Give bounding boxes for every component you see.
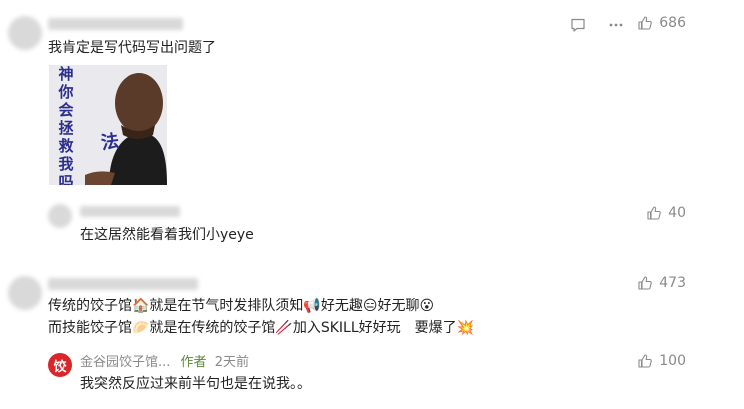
commenter-avatar[interactable] [8, 16, 42, 50]
thumbs-up-icon [647, 206, 661, 220]
commenter-name-blurred[interactable] [48, 278, 198, 290]
reply-timestamp: 2天前 [214, 355, 249, 370]
author-avatar-char: 饺 [53, 359, 67, 375]
reply-meta: 金谷园饺子馆... 作者 2天前 [80, 354, 249, 372]
reply-text: 我突然反应过来前半句也是在说我。。 [80, 376, 311, 392]
like-button[interactable]: 473 [637, 275, 686, 291]
author-avatar[interactable]: 饺 [48, 353, 72, 377]
like-count: 100 [659, 353, 686, 369]
thumbs-up-icon [638, 354, 653, 368]
reply-text: 在这居然能看着我们小yeye [80, 227, 254, 243]
thumbs-up-icon [638, 16, 653, 30]
meme-char: 吗 [58, 173, 74, 185]
thumbs-up-icon [638, 276, 653, 290]
like-button[interactable]: 100 [637, 353, 686, 369]
like-count: 686 [659, 15, 686, 31]
comment-actions [570, 17, 624, 37]
meme-char: 救 [58, 137, 74, 155]
like-count: 473 [659, 275, 686, 291]
meme-side-char: 法 [99, 130, 121, 155]
comment-text-line: 传统的饺子馆🏠就是在节气时发排队须知📢好无趣😑好无聊😮 [48, 298, 435, 314]
commenter-avatar[interactable] [8, 276, 42, 310]
comment-image[interactable]: 神 你 会 拯 救 我 吗 法 [49, 65, 167, 185]
like-button[interactable]: 686 [637, 15, 686, 31]
comment-text-line: 而技能饺子馆🥟就是在传统的饺子馆🥢加入SKILL好好玩 要爆了💥 [48, 320, 475, 336]
commenter-name-blurred[interactable] [48, 18, 183, 30]
meme-char: 你 [58, 83, 74, 101]
comment-icon[interactable] [570, 17, 586, 37]
more-icon[interactable] [608, 17, 624, 37]
author-name[interactable]: 金谷园饺子馆... [80, 355, 170, 370]
like-button[interactable]: 40 [646, 205, 686, 221]
meme-char: 我 [58, 155, 74, 173]
author-badge: 作者 [180, 355, 207, 370]
meme-caption-column: 神 你 会 拯 救 我 吗 [49, 65, 83, 185]
like-count: 40 [668, 205, 686, 221]
replier-avatar[interactable] [48, 204, 72, 228]
meme-char: 会 [58, 101, 74, 119]
comment-text: 我肯定是写代码写出问题了 [48, 40, 216, 56]
replier-name-blurred[interactable] [80, 206, 180, 217]
meme-char: 神 [58, 65, 74, 83]
meme-char: 拯 [58, 119, 74, 137]
